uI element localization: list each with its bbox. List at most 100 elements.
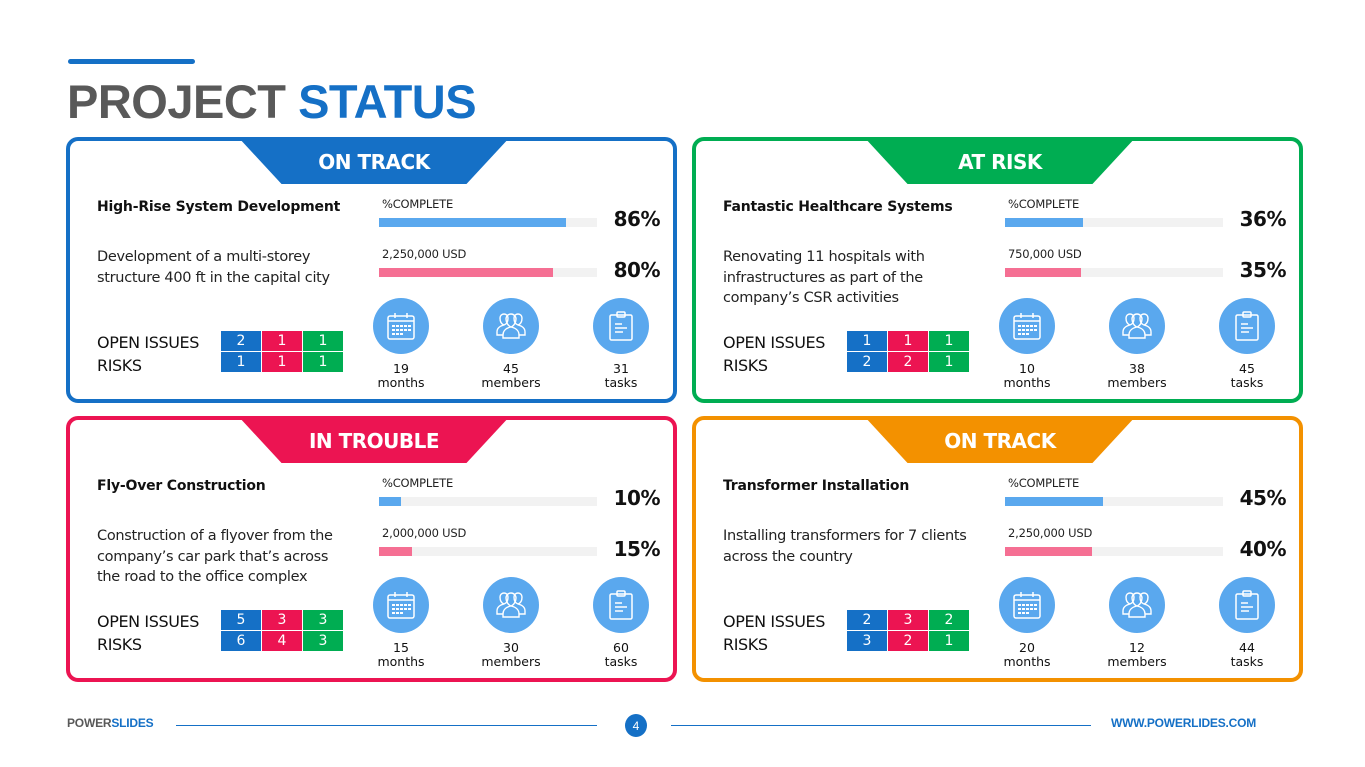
- issues-risks-grid: 5 3 3 6 4 3: [221, 610, 343, 651]
- tasks-value: 44: [1239, 640, 1255, 655]
- page-title: PROJECT STATUS: [67, 74, 477, 130]
- budget-progress-bar: [379, 268, 597, 277]
- issues-risks-grid: 2 1 1 1 1 1: [221, 331, 343, 372]
- complete-progress-fill: [379, 218, 567, 227]
- team-icon: [1109, 577, 1165, 633]
- clipboard-icon: [593, 577, 649, 633]
- risks-medium: 4: [262, 631, 302, 651]
- stat-tasks: 60 tasks: [581, 577, 661, 669]
- stat-tasks: 31 tasks: [581, 298, 661, 390]
- stat-tasks: 45 tasks: [1207, 298, 1287, 390]
- stat-duration: 19 months: [361, 298, 441, 390]
- footer-brand: POWERSLIDES: [67, 716, 154, 730]
- open-issues-low: 1: [929, 331, 969, 351]
- status-banner: AT RISK: [864, 137, 1136, 184]
- team-unit: members: [1107, 375, 1167, 390]
- stat-duration: 20 months: [987, 577, 1067, 669]
- stat-team: 30 members: [471, 577, 551, 669]
- budget-label: 750,000 USD: [1008, 247, 1082, 261]
- stat-duration: 10 months: [987, 298, 1067, 390]
- tasks-value: 31: [613, 361, 629, 376]
- footer-brand-part2: SLIDES: [111, 716, 154, 730]
- risks-high: 2: [847, 352, 887, 372]
- open-issues-medium: 1: [262, 331, 302, 351]
- complete-percent: 45%: [1239, 486, 1287, 510]
- status-label: ON TRACK: [318, 149, 430, 174]
- tasks-unit: tasks: [1230, 375, 1264, 390]
- footer-divider-right: [671, 725, 1091, 726]
- stat-duration: 15 months: [361, 577, 441, 669]
- open-issues-medium: 3: [888, 610, 928, 630]
- project-description: Construction of a flyover from the compa…: [97, 528, 333, 585]
- team-unit: members: [481, 375, 541, 390]
- team-value: 12: [1129, 640, 1145, 655]
- budget-percent: 40%: [1239, 537, 1287, 561]
- team-value: 30: [503, 640, 519, 655]
- budget-progress-fill: [379, 547, 412, 556]
- status-label: ON TRACK: [944, 428, 1056, 453]
- complete-percent: 86%: [613, 207, 661, 231]
- complete-percent: 10%: [613, 486, 661, 510]
- title-accent-bar: [68, 59, 195, 64]
- risks-medium: 1: [262, 352, 302, 372]
- duration-unit: months: [1003, 654, 1051, 669]
- risks-low: 1: [303, 352, 343, 372]
- duration-unit: months: [1003, 375, 1051, 390]
- risks-label: RISKS: [97, 356, 142, 375]
- risks-medium: 2: [888, 352, 928, 372]
- budget-progress-fill: [379, 268, 554, 277]
- budget-progress-bar: [1005, 268, 1223, 277]
- open-issues-label: OPEN ISSUES: [723, 333, 826, 352]
- duration-value: 10: [1019, 361, 1035, 376]
- complete-label: %COMPLETE: [382, 476, 454, 490]
- tasks-value: 60: [613, 640, 629, 655]
- budget-percent: 15%: [613, 537, 661, 561]
- open-issues-medium: 1: [888, 331, 928, 351]
- team-value: 45: [503, 361, 519, 376]
- calendar-icon: [999, 577, 1055, 633]
- open-issues-medium: 3: [262, 610, 302, 630]
- complete-progress-bar: [1005, 497, 1223, 506]
- status-banner: ON TRACK: [864, 416, 1136, 463]
- page-title-part1: PROJECT: [67, 75, 286, 128]
- budget-label: 2,000,000 USD: [382, 526, 467, 540]
- duration-unit: months: [377, 375, 425, 390]
- project-card: ON TRACK Transformer Installation Instal…: [692, 416, 1303, 682]
- project-description: Renovating 11 hospitals with infrastruct…: [723, 249, 925, 306]
- calendar-icon: [373, 298, 429, 354]
- duration-value: 19: [393, 361, 409, 376]
- stat-team: 38 members: [1097, 298, 1177, 390]
- duration-value: 20: [1019, 640, 1035, 655]
- team-unit: members: [481, 654, 541, 669]
- open-issues-low: 2: [929, 610, 969, 630]
- budget-progress-fill: [1005, 268, 1082, 277]
- open-issues-high: 2: [847, 610, 887, 630]
- project-description: Installing transformers for 7 clients ac…: [723, 528, 967, 565]
- tasks-unit: tasks: [604, 375, 638, 390]
- complete-progress-fill: [1005, 218, 1084, 227]
- tasks-unit: tasks: [1230, 654, 1264, 669]
- budget-progress-fill: [1005, 547, 1093, 556]
- project-card: IN TROUBLE Fly-Over Construction Constru…: [66, 416, 677, 682]
- complete-percent: 36%: [1239, 207, 1287, 231]
- project-title: High-Rise System Development: [97, 199, 341, 215]
- complete-label: %COMPLETE: [1008, 197, 1080, 211]
- clipboard-icon: [593, 298, 649, 354]
- risks-high: 1: [221, 352, 261, 372]
- open-issues-low: 3: [303, 610, 343, 630]
- project-title: Fly-Over Construction: [97, 478, 266, 494]
- team-unit: members: [1107, 654, 1167, 669]
- footer-website-link[interactable]: WWW.POWERLIDES.COM: [1111, 716, 1256, 730]
- open-issues-label: OPEN ISSUES: [723, 612, 826, 631]
- team-icon: [483, 577, 539, 633]
- stat-team: 12 members: [1097, 577, 1177, 669]
- open-issues-label: OPEN ISSUES: [97, 612, 200, 631]
- open-issues-low: 1: [303, 331, 343, 351]
- risks-low: 1: [929, 352, 969, 372]
- risks-low: 3: [303, 631, 343, 651]
- page-number: 4: [625, 714, 647, 737]
- status-label: AT RISK: [958, 149, 1042, 174]
- project-card: ON TRACK High-Rise System Development De…: [66, 137, 677, 403]
- budget-label: 2,250,000 USD: [1008, 526, 1093, 540]
- project-card: AT RISK Fantastic Healthcare Systems Ren…: [692, 137, 1303, 403]
